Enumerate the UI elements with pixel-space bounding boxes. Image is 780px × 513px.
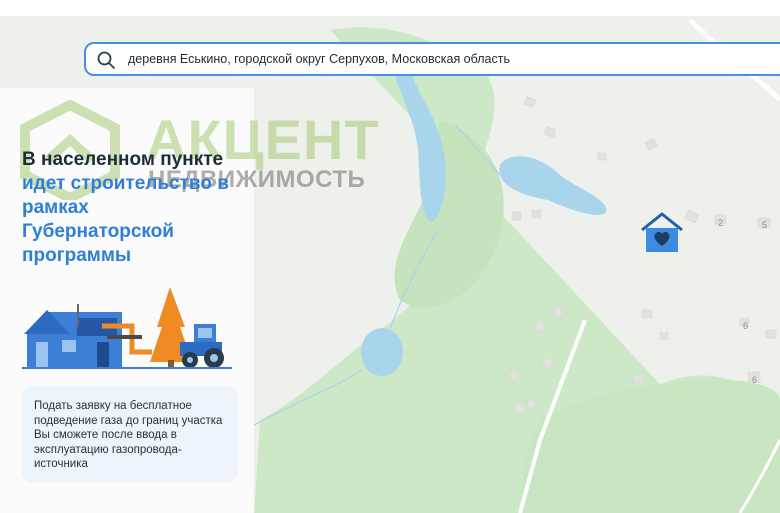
title-part-dark: В населенном пункте	[22, 149, 224, 170]
pond	[361, 328, 403, 376]
house-number: 2	[718, 218, 724, 228]
construction-illustration	[22, 287, 232, 369]
search-icon[interactable]	[96, 50, 116, 70]
top-bar	[0, 0, 780, 16]
info-card: Подать заявку на бесплатное подведение г…	[22, 386, 238, 482]
title-part-blue: идет строительство в рамках Губернаторск…	[22, 173, 229, 266]
panel-title: В населенном пункте идет строительство в…	[22, 148, 232, 268]
search-query[interactable]: деревня Еськино, городской округ Серпухо…	[128, 52, 510, 66]
house-number: 6	[743, 321, 749, 331]
house-number: 6	[752, 375, 758, 385]
house-heart-icon[interactable]	[640, 212, 684, 254]
search-box[interactable]: деревня Еськино, городской округ Серпухо…	[84, 42, 780, 76]
house-number: 5	[762, 220, 768, 230]
